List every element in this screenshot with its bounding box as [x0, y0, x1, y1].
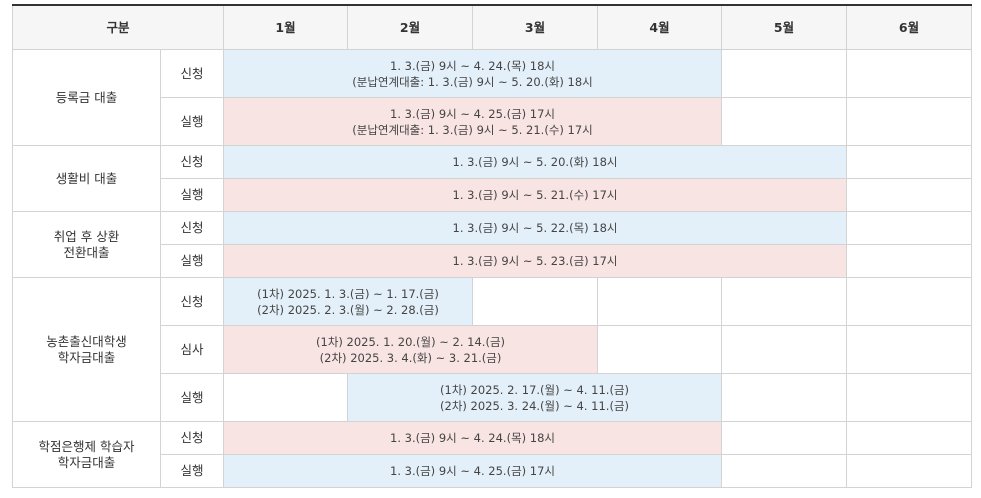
stage-label: 실행: [159, 178, 225, 212]
empty-month-cell: [721, 49, 848, 98]
period-bar: 1. 3.(금) 9시 ~ 4. 25.(금) 17시: [223, 454, 723, 488]
period-bar: 1. 3.(금) 9시 ~ 5. 20.(화) 18시: [223, 145, 848, 179]
period-text-line: (1차) 2025. 1. 20.(월) ~ 2. 14.(금): [316, 334, 506, 349]
period-text-line: (1차) 2025. 2. 17.(월) ~ 4. 11.(금): [440, 382, 630, 397]
loan-type-name: 등록금 대출: [12, 49, 161, 146]
empty-month-cell: [846, 454, 973, 488]
empty-month-cell: [846, 244, 973, 278]
period-text-line: (분납연계대출: 1. 3.(금) 9시 ~ 5. 20.(화) 18시: [352, 74, 593, 89]
empty-month-cell: [846, 97, 973, 146]
period-bar: 1. 3.(금) 9시 ~ 5. 23.(금) 17시: [223, 244, 848, 278]
header-month: 1월: [223, 4, 349, 50]
stage-label: 신청: [159, 145, 225, 179]
schedule-row: 등록금 대출 신청 1. 3.(금) 9시 ~ 4. 24.(목) 18시 (분납연계…: [12, 49, 973, 146]
header-month: 3월: [472, 4, 599, 50]
schedule-body: 등록금 대출 신청 1. 3.(금) 9시 ~ 4. 24.(목) 18시 (분납연계…: [12, 49, 973, 488]
period-bar: 1. 3.(금) 9시 ~ 5. 21.(수) 17시: [223, 178, 848, 212]
period-bar: 1. 3.(금) 9시 ~ 4. 25.(금) 17시 (분납연계대출: 1. 3…: [223, 97, 723, 146]
period-bar: 1. 3.(금) 9시 ~ 4. 24.(목) 18시 (분납연계대출: 1. 3…: [223, 49, 723, 98]
stage-label: 실행: [159, 373, 225, 422]
stage-label: 심사: [159, 325, 225, 374]
loan-schedule-table: 구분 1월 2월 3월 4월 5월 6월 등록금 대출 신청 1. 3.(금) 9시…: [11, 4, 973, 488]
header-row: 구분 1월 2월 3월 4월 5월 6월: [11, 4, 973, 50]
empty-month-cell: [846, 49, 973, 98]
loan-type-name-line: 전환대출: [63, 244, 110, 260]
loan-type-name: 농촌출신대학생 학자금대출: [12, 277, 161, 422]
period-text-line: 1. 3.(금) 9시 ~ 5. 21.(수) 17시: [452, 188, 618, 202]
empty-month-cell: [721, 421, 848, 455]
stage-label: 실행: [159, 244, 225, 278]
loan-type-name-line: 학자금대출: [57, 454, 116, 470]
empty-month-cell: [846, 178, 973, 212]
period-text-line: (1차) 2025. 1. 3.(금) ~ 1. 17.(금): [257, 286, 439, 301]
loan-type-name-line: 생활비 대출: [55, 170, 118, 186]
empty-month-cell: [223, 373, 349, 422]
loan-type-name: 생활비 대출: [12, 145, 161, 212]
empty-month-cell: [597, 325, 723, 374]
empty-month-cell: [721, 373, 848, 422]
empty-month-cell: [721, 325, 848, 374]
stage-label: 신청: [159, 211, 225, 245]
period-text-line: 1. 3.(금) 9시 ~ 4. 25.(금) 17시: [390, 106, 556, 121]
schedule-row: 생활비 대출 신청 1. 3.(금) 9시 ~ 5. 20.(화) 18시: [12, 145, 973, 212]
loan-type-name-line: 취업 후 상환: [53, 228, 120, 244]
period-text-line: (2차) 2025. 3. 24.(월) ~ 4. 11.(금): [440, 398, 630, 413]
empty-month-cell: [846, 373, 973, 422]
loan-type-name: 학점은행제 학습자 학자금대출: [12, 421, 161, 488]
period-text-line: (분납연계대출: 1. 3.(금) 9시 ~ 5. 21.(수) 17시: [352, 122, 593, 137]
schedule-row: 농촌출신대학생 학자금대출 신청 (1차) 2025. 1. 3.(금) ~ 1. 1…: [12, 277, 973, 422]
stage-label: 신청: [159, 49, 225, 98]
period-text-line: (2차) 2025. 3. 4.(화) ~ 3. 21.(금): [319, 350, 502, 365]
empty-month-cell: [597, 277, 723, 326]
period-text-line: 1. 3.(금) 9시 ~ 5. 22.(목) 18시: [452, 221, 618, 235]
empty-month-cell: [846, 211, 973, 245]
loan-type-name: 취업 후 상환 전환대출: [12, 211, 161, 278]
empty-month-cell: [846, 421, 973, 455]
loan-type-name-line: 학점은행제 학습자: [38, 438, 135, 454]
stage-label: 실행: [159, 97, 225, 146]
empty-month-cell: [846, 145, 973, 179]
period-bar: 1. 3.(금) 9시 ~ 4. 24.(목) 18시: [223, 421, 723, 455]
loan-type-name-line: 학자금대출: [57, 349, 116, 365]
empty-month-cell: [846, 325, 973, 374]
loan-type-name-line: 등록금 대출: [55, 89, 118, 105]
period-bar: (1차) 2025. 2. 17.(월) ~ 4. 11.(금) (2차) 202…: [347, 373, 723, 422]
period-bar: 1. 3.(금) 9시 ~ 5. 22.(목) 18시: [223, 211, 848, 245]
period-bar: (1차) 2025. 1. 20.(월) ~ 2. 14.(금) (2차) 202…: [223, 325, 599, 374]
empty-month-cell: [721, 97, 848, 146]
stage-label: 신청: [159, 277, 225, 326]
stage-label: 신청: [159, 421, 225, 455]
period-bar: (1차) 2025. 1. 3.(금) ~ 1. 17.(금) (2차) 2025…: [223, 277, 474, 326]
header-month: 4월: [597, 4, 723, 50]
loan-type-name-line: 농촌출신대학생: [46, 333, 127, 349]
empty-month-cell: [846, 277, 973, 326]
period-text-line: 1. 3.(금) 9시 ~ 4. 24.(목) 18시: [390, 58, 556, 73]
period-text-line: 1. 3.(금) 9시 ~ 5. 20.(화) 18시: [452, 155, 618, 169]
period-text-line: 1. 3.(금) 9시 ~ 4. 25.(금) 17시: [390, 464, 556, 478]
header-month: 5월: [721, 4, 848, 50]
stage-label: 실행: [159, 454, 225, 488]
empty-month-cell: [472, 277, 599, 326]
header-month: 6월: [846, 4, 973, 50]
schedule-row: 취업 후 상환 전환대출 신청 1. 3.(금) 9시 ~ 5. 22.(목) 18시: [12, 211, 973, 278]
empty-month-cell: [721, 277, 848, 326]
empty-month-cell: [721, 454, 848, 488]
period-text-line: 1. 3.(금) 9시 ~ 4. 24.(목) 18시: [390, 431, 556, 445]
period-text-line: (2차) 2025. 2. 3.(월) ~ 2. 28.(금): [257, 302, 439, 317]
header-category: 구분: [11, 4, 225, 50]
schedule-row: 학점은행제 학습자 학자금대출 신청 1. 3.(금) 9시 ~ 4. 24.(목) …: [12, 421, 973, 488]
header-month: 2월: [347, 4, 474, 50]
period-text-line: 1. 3.(금) 9시 ~ 5. 23.(금) 17시: [452, 254, 618, 268]
